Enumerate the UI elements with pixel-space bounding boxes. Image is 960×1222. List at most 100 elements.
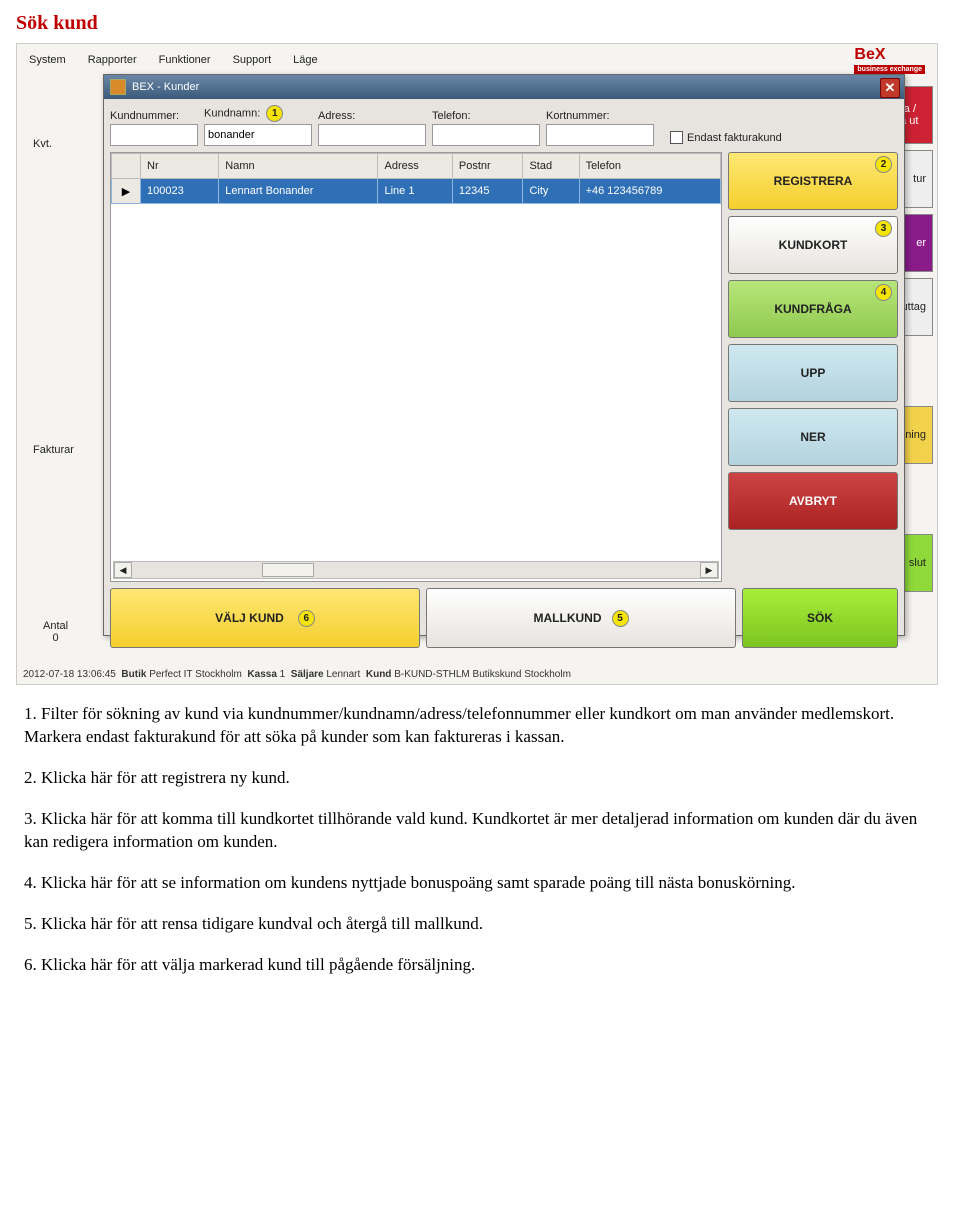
kortnummer-input[interactable] [546,124,654,146]
badge-4: 4 [875,284,892,301]
application-screenshot: System Rapporter Funktioner Support Läge… [16,43,938,685]
menu-funktioner[interactable]: Funktioner [159,54,211,66]
upp-button[interactable]: UPP [728,344,898,402]
menu-lage[interactable]: Läge [293,54,317,66]
cell-stad: City [523,179,579,204]
status-saljare-label: Säljare [291,669,324,680]
instruction-3: 3. Klicka här för att komma till kundkor… [24,808,936,854]
telefon-label: Telefon: [432,110,540,122]
scroll-track[interactable] [132,563,700,577]
col-telefon[interactable]: Telefon [579,154,720,179]
brand-logo: BeX business exchange [854,46,925,74]
bg-antal-value: 0 [43,632,68,644]
horizontal-scrollbar[interactable]: ◀ ▶ [113,561,719,579]
kundnamn-input[interactable] [204,124,312,146]
adress-input[interactable] [318,124,426,146]
cell-telefon: +46 123456789 [579,179,720,204]
checkbox-icon [670,131,683,144]
kundnummer-label: Kundnummer: [110,110,198,122]
filter-row: Kundnummer: Kundnamn: 1 Adress: [110,105,898,146]
registrera-button[interactable]: REGISTRERA 2 [728,152,898,210]
telefon-input[interactable] [432,124,540,146]
grid-corner [112,154,141,179]
results-grid[interactable]: Nr Namn Adress Postnr Stad Telefon ▶ 100… [110,152,722,582]
badge-2: 2 [875,156,892,173]
kundnamn-label: Kundnamn: 1 [204,105,312,122]
status-saljare-value: Lennart [326,669,360,680]
scroll-left-icon[interactable]: ◀ [114,562,132,578]
sok-button[interactable]: SÖK [742,588,898,648]
col-namn[interactable]: Namn [219,154,378,179]
scroll-right-icon[interactable]: ▶ [700,562,718,578]
mallkund-button[interactable]: MALLKUND 5 [426,588,736,648]
bg-antal-label: Antal [43,620,68,632]
status-kassa-label: Kassa [247,669,276,680]
avbryt-label: AVBRYT [789,494,837,508]
status-kund-value: B-KUND-STHLM Butikskund Stockholm [394,669,571,680]
status-timestamp: 2012-07-18 13:06:45 [23,669,116,680]
dialog-titlebar[interactable]: BEX - Kunder ✕ [104,75,904,99]
menu-support[interactable]: Support [233,54,272,66]
ner-label: NER [800,430,825,444]
menu-system[interactable]: System [29,54,66,66]
cell-nr: 100023 [141,179,219,204]
status-kund-label: Kund [366,669,392,680]
col-adress[interactable]: Adress [378,154,452,179]
bottom-buttons: VÄLJ KUND 6 MALLKUND 5 SÖK [110,588,898,648]
kundnamn-label-text: Kundnamn: [204,107,260,119]
kundnummer-input[interactable] [110,124,198,146]
menubar: System Rapporter Funktioner Support Läge [17,44,937,76]
badge-3: 3 [875,220,892,237]
instruction-6: 6. Klicka här för att välja markerad kun… [24,954,936,977]
dialog-app-icon [110,79,126,95]
cell-postnr: 12345 [452,179,523,204]
badge-6: 6 [298,610,315,627]
cell-adress: Line 1 [378,179,452,204]
mallkund-label: MALLKUND [534,611,602,625]
scroll-thumb[interactable] [262,563,314,577]
instruction-list: 1. Filter för sökning av kund via kundnu… [24,703,936,977]
endast-fakturakund-checkbox[interactable]: Endast fakturakund [670,131,782,144]
bg-faktura-label: Fakturar [33,444,74,456]
sok-label: SÖK [807,611,833,625]
instruction-4: 4. Klicka här för att se information om … [24,872,936,895]
registrera-label: REGISTRERA [774,174,853,188]
status-kassa-value: 1 [280,669,286,680]
status-bar: 2012-07-18 13:06:45 Butik Perfect IT Sto… [23,669,571,680]
col-stad[interactable]: Stad [523,154,579,179]
kundkort-label: KUNDKORT [779,238,848,252]
avbryt-button[interactable]: AVBRYT [728,472,898,530]
bg-kvt-label: Kvt. [33,138,52,150]
side-buttons: REGISTRERA 2 KUNDKORT 3 KUNDFRÅGA 4 UP [728,152,898,582]
status-butik-value: Perfect IT Stockholm [149,669,242,680]
table-row[interactable]: ▶ 100023 Lennart Bonander Line 1 12345 C… [112,179,721,204]
filter-badge-1: 1 [266,105,283,122]
row-marker-icon: ▶ [112,179,141,204]
page-title: Sök kund [16,12,944,35]
brand-logo-sub: business exchange [854,65,925,74]
valj-kund-button[interactable]: VÄLJ KUND 6 [110,588,420,648]
instruction-2: 2. Klicka här för att registrera ny kund… [24,767,936,790]
instruction-5: 5. Klicka här för att rensa tidigare kun… [24,913,936,936]
valj-kund-label: VÄLJ KUND [215,611,284,625]
adress-label: Adress: [318,110,426,122]
badge-5: 5 [612,610,629,627]
close-icon[interactable]: ✕ [880,78,900,98]
kundfraga-button[interactable]: KUNDFRÅGA 4 [728,280,898,338]
kundfraga-label: KUNDFRÅGA [774,302,851,316]
kortnummer-label: Kortnummer: [546,110,654,122]
kunder-dialog: BEX - Kunder ✕ Kundnummer: Kundnamn: 1 [103,74,905,636]
kundkort-button[interactable]: KUNDKORT 3 [728,216,898,274]
cell-namn: Lennart Bonander [219,179,378,204]
upp-label: UPP [801,366,826,380]
ner-button[interactable]: NER [728,408,898,466]
col-postnr[interactable]: Postnr [452,154,523,179]
menu-rapporter[interactable]: Rapporter [88,54,137,66]
col-nr[interactable]: Nr [141,154,219,179]
checkbox-label: Endast fakturakund [687,132,782,144]
bg-antal: Antal 0 [43,620,68,644]
brand-logo-text: BeX [854,46,885,63]
status-butik-label: Butik [121,669,146,680]
dialog-title: BEX - Kunder [132,81,199,93]
instruction-1: 1. Filter för sökning av kund via kundnu… [24,703,936,749]
